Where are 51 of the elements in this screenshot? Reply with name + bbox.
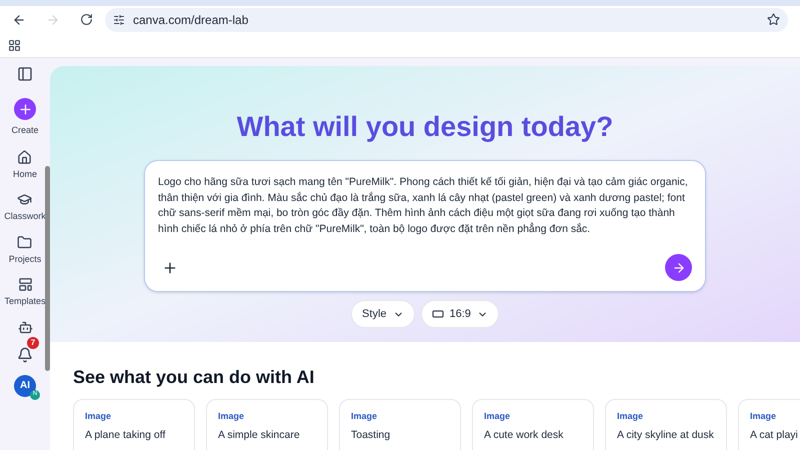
back-icon[interactable]	[12, 12, 26, 26]
robot-icon[interactable]	[18, 320, 32, 334]
suggestion-card[interactable]: Image A city skyline at dusk	[605, 399, 727, 450]
url-text: canva.com/dream-lab	[133, 12, 248, 28]
section-heading: See what you can do with AI	[73, 366, 316, 389]
create-label: Create	[11, 124, 38, 137]
prompt-box[interactable]	[144, 160, 706, 292]
option-dropdown[interactable]: 16:9	[420, 300, 499, 328]
page-title: What will you design today?	[236, 110, 614, 144]
scrollbar[interactable]	[45, 166, 50, 371]
card-tag: Image	[617, 410, 715, 424]
arrow-right-icon	[672, 260, 686, 274]
site-settings-icon[interactable]	[113, 14, 125, 26]
plus-icon	[18, 102, 32, 116]
card-tag: Image	[750, 410, 800, 424]
bell-icon[interactable]	[17, 346, 33, 362]
address-bar[interactable]: canva.com/dream-lab	[105, 8, 788, 32]
notification-count: 7	[27, 336, 39, 348]
nav-label[interactable]: Classwork	[4, 210, 46, 224]
nav-label[interactable]: Home	[12, 168, 37, 181]
bookmark-star-icon[interactable]	[767, 13, 780, 26]
suggestion-card[interactable]: Image A plane taking off	[73, 399, 195, 450]
aspect-ratio-icon	[432, 308, 444, 320]
add-icon[interactable]	[162, 260, 178, 276]
suggestion-card[interactable]: Image A cat playi	[738, 399, 800, 450]
card-text: A cute work desk	[484, 428, 564, 442]
create-button[interactable]	[14, 98, 36, 120]
graduation-cap-icon[interactable]	[17, 192, 32, 207]
card-tag: Image	[351, 410, 449, 424]
option-dropdown[interactable]: Style	[351, 300, 415, 328]
folder-icon[interactable]	[17, 234, 32, 250]
card-text: Toasting	[351, 428, 392, 442]
nav-label[interactable]: Projects	[8, 252, 42, 266]
card-text: A plane taking off	[85, 428, 166, 442]
card-tag: Image	[484, 410, 582, 424]
submit-button[interactable]	[665, 254, 692, 281]
suggestion-card[interactable]: Image Toasting	[339, 399, 461, 450]
layout-icon[interactable]	[18, 277, 32, 292]
nav-label[interactable]: Templates	[4, 295, 46, 308]
reload-icon[interactable]	[80, 13, 93, 26]
apps-icon[interactable]	[8, 38, 21, 52]
card-tag: Image	[218, 410, 316, 424]
sidebar-toggle-icon[interactable]	[17, 66, 33, 82]
house-icon[interactable]	[17, 150, 32, 164]
card-text: A city skyline at dusk	[617, 428, 715, 442]
card-tag: Image	[85, 410, 183, 424]
suggestion-card[interactable]: Image A cute work desk	[472, 399, 594, 450]
prompt-text[interactable]: Logo cho hãng sữa tươi sạch mang tên "PureMilk". Phong cách thiết kế tối giản, hiện đại và tạo cảm giác organic, thân thiện với gia đình. Màu sắc chủ đạo là trắng sữa, xanh lá cây nhạt (pastel green) và xanh dương pastel; font chữ sans-serif mềm mại, bo tròn góc đầy đặn. Thêm hình ảnh cách điệu một giọt sữa đang rơi xuống tạo thành hình chiếc lá nhỏ ở phía trên chữ "PureMilk", toàn bộ logo được đặt trên nền phẳng đơn sắc.	[158, 175, 692, 237]
card-text: A simple skincare	[218, 428, 301, 442]
card-text: A cat playi	[750, 428, 799, 442]
suggestion-card[interactable]: Image A simple skincare	[206, 399, 328, 450]
